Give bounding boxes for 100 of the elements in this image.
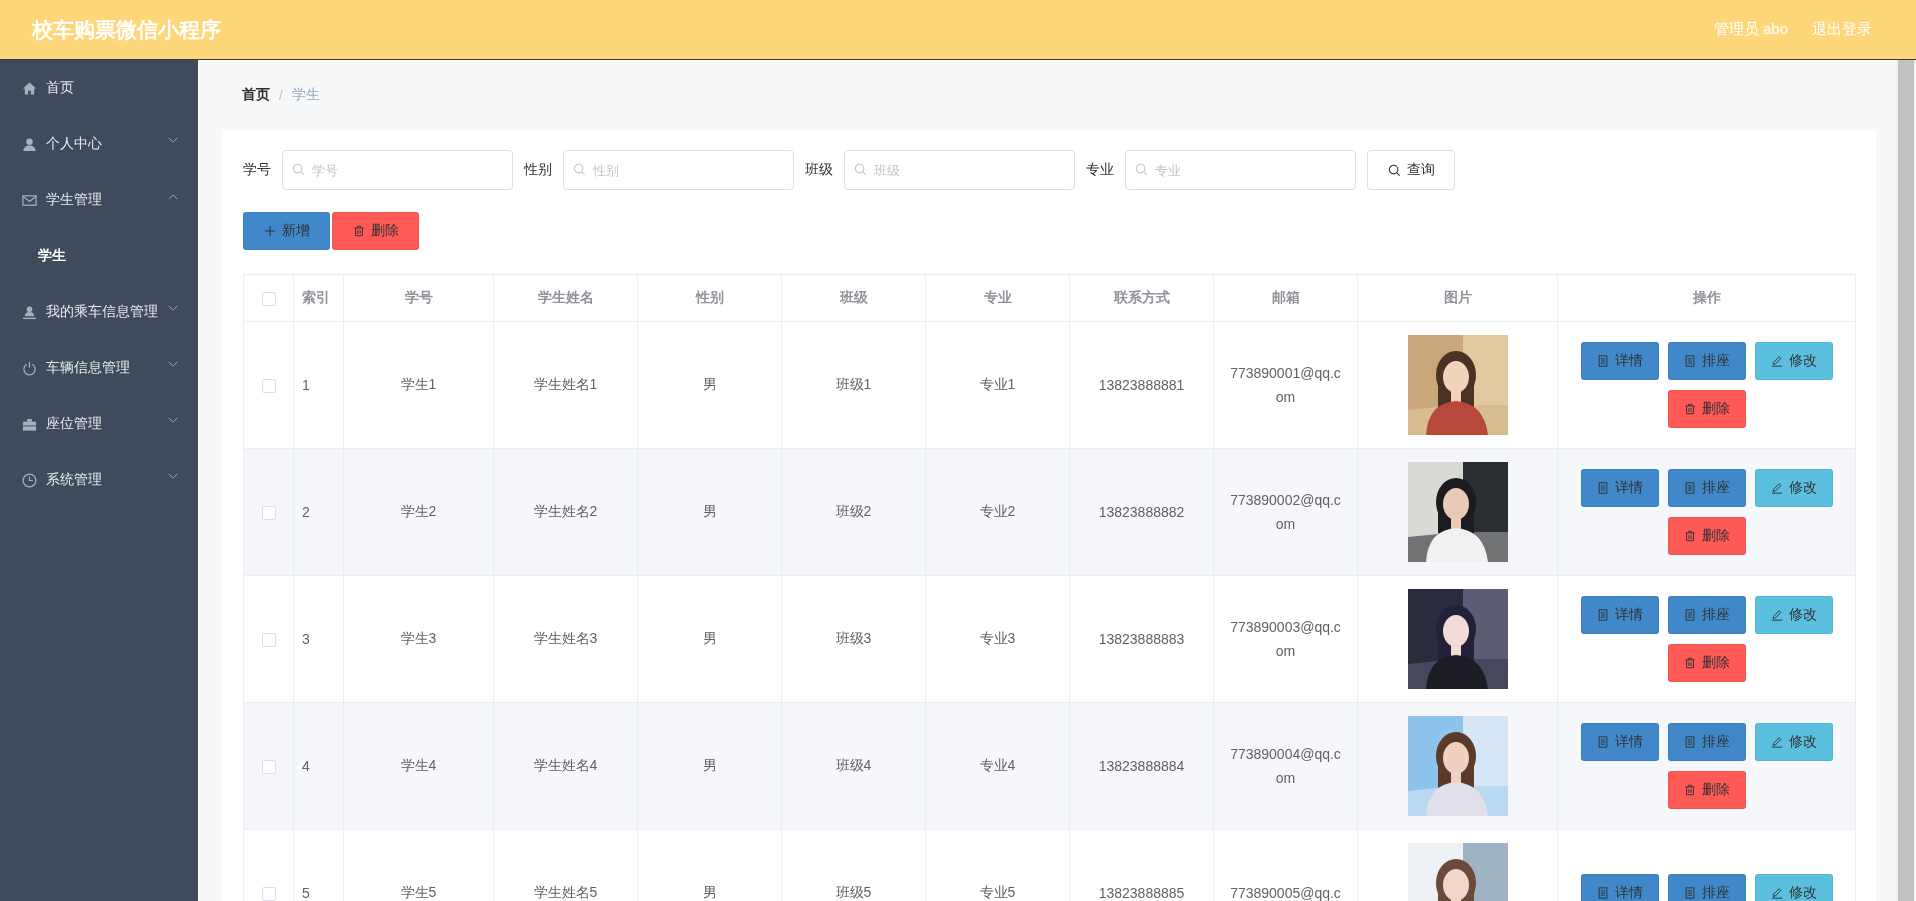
table-cell: 学生2 <box>343 448 494 576</box>
filter-label: 性别 <box>524 161 552 179</box>
menu-item[interactable]: 个人中心 <box>0 116 198 172</box>
home-icon <box>22 80 37 96</box>
seat-button[interactable]: 排座 <box>1667 723 1746 761</box>
checkbox[interactable] <box>261 887 276 901</box>
column-header: 学生姓名 <box>493 274 638 322</box>
table-cell: 专业4 <box>925 702 1070 830</box>
search-field[interactable]: 性别 <box>563 150 794 190</box>
table-cell: 学生姓名1 <box>493 321 638 449</box>
delete-button[interactable]: 删除 <box>1667 517 1746 555</box>
table-cell: 男 <box>637 702 782 830</box>
menu-label: 我的乘车信息管理 <box>46 303 159 321</box>
checkbox[interactable] <box>261 292 276 307</box>
table-cell: 1 <box>293 321 344 449</box>
document-icon <box>1596 609 1609 621</box>
column-header: 邮箱 <box>1213 274 1358 322</box>
column-header: 操作 <box>1557 274 1856 322</box>
email-text: 773890005@qq.c <box>1229 884 1342 901</box>
user-icon <box>22 136 37 152</box>
scrollbar[interactable] <box>1896 60 1916 901</box>
menu-label: 首页 <box>46 79 75 97</box>
detail-button[interactable]: 详情 <box>1580 723 1659 761</box>
breadcrumb-separator: / <box>279 87 283 103</box>
table-cell: 男 <box>637 321 782 449</box>
document-icon <box>1683 736 1696 748</box>
menu-item[interactable]: 首页 <box>0 60 198 116</box>
column-header: 学号 <box>343 274 494 322</box>
table-cell: 学生姓名4 <box>493 702 638 830</box>
table-cell: 专业3 <box>925 575 1070 703</box>
delete-button[interactable]: 删除 <box>1667 644 1746 682</box>
menu-item[interactable]: 车辆信息管理 <box>0 340 198 396</box>
submenu-item[interactable]: 学生 <box>0 228 198 284</box>
checkbox[interactable] <box>261 506 276 521</box>
edit-button[interactable]: 修改 <box>1754 723 1833 761</box>
column-header: 专业 <box>925 274 1070 322</box>
plus-icon <box>263 225 276 237</box>
delete-button[interactable]: 删除 <box>1667 390 1746 428</box>
search-icon <box>1135 163 1148 176</box>
table-cell: 3 <box>293 575 344 703</box>
search-icon <box>292 163 305 176</box>
search-field[interactable]: 学号 <box>282 150 513 190</box>
email-text: 773890003@qq.com <box>1229 618 1342 661</box>
table-cell: 学生1 <box>343 321 494 449</box>
filter-label: 学号 <box>243 161 271 179</box>
table-cell: 专业1 <box>925 321 1070 449</box>
checkbox[interactable] <box>261 633 276 648</box>
detail-button[interactable]: 详情 <box>1580 596 1659 634</box>
seat-button[interactable]: 排座 <box>1667 596 1746 634</box>
delete-button[interactable]: 删除 <box>1667 771 1746 809</box>
checkbox[interactable] <box>261 760 276 775</box>
delete-button[interactable]: 删除 <box>332 212 419 250</box>
edit-button[interactable]: 修改 <box>1754 874 1833 901</box>
filter-label: 班级 <box>805 161 833 179</box>
document-icon <box>1683 355 1696 367</box>
table-cell: 2 <box>293 448 344 576</box>
briefcase-icon <box>22 416 37 432</box>
detail-button[interactable]: 详情 <box>1580 342 1659 380</box>
seat-button[interactable]: 排座 <box>1667 469 1746 507</box>
detail-button[interactable]: 详情 <box>1580 874 1659 901</box>
table-cell: 学生姓名3 <box>493 575 638 703</box>
table-cell: 学生4 <box>343 702 494 830</box>
breadcrumb-item[interactable]: 首页 <box>242 86 270 104</box>
detail-button[interactable]: 详情 <box>1580 469 1659 507</box>
trash-icon <box>1683 657 1696 669</box>
table-cell: 男 <box>637 575 782 703</box>
menu-item[interactable]: 我的乘车信息管理 <box>0 284 198 340</box>
edit-button[interactable]: 修改 <box>1754 596 1833 634</box>
checkbox[interactable] <box>261 379 276 394</box>
menu-label: 系统管理 <box>46 471 103 489</box>
menu-item[interactable]: 学生管理 <box>0 172 198 228</box>
document-icon <box>1596 887 1609 899</box>
column-header: 性别 <box>637 274 782 322</box>
add-button[interactable]: 新增 <box>243 212 330 250</box>
search-field[interactable]: 班级 <box>844 150 1075 190</box>
seat-button[interactable]: 排座 <box>1667 342 1746 380</box>
seat-button[interactable]: 排座 <box>1667 874 1746 901</box>
trash-icon <box>1683 784 1696 796</box>
table-cell: 4 <box>293 702 344 830</box>
table-cell: 13823888881 <box>1069 321 1214 449</box>
edit-button[interactable]: 修改 <box>1754 342 1833 380</box>
table-cell: 班级2 <box>781 448 926 576</box>
table-cell: 13823888884 <box>1069 702 1214 830</box>
table-cell: 男 <box>637 448 782 576</box>
envelope-icon <box>22 192 37 208</box>
menu-item[interactable]: 系统管理 <box>0 452 198 508</box>
table-cell: 班级3 <box>781 575 926 703</box>
email-text: 773890004@qq.com <box>1229 745 1342 788</box>
search-button[interactable]: 查询 <box>1367 150 1455 190</box>
menu-label: 座位管理 <box>46 415 103 433</box>
search-field[interactable]: 专业 <box>1125 150 1356 190</box>
column-header: 图片 <box>1357 274 1558 322</box>
trash-icon <box>352 225 365 237</box>
document-icon <box>1683 482 1696 494</box>
search-icon <box>854 163 867 176</box>
breadcrumb-item: 学生 <box>291 86 320 104</box>
edit-button[interactable]: 修改 <box>1754 469 1833 507</box>
menu-item[interactable]: 座位管理 <box>0 396 198 452</box>
column-header: 索引 <box>293 274 344 322</box>
table-cell: 班级4 <box>781 702 926 830</box>
